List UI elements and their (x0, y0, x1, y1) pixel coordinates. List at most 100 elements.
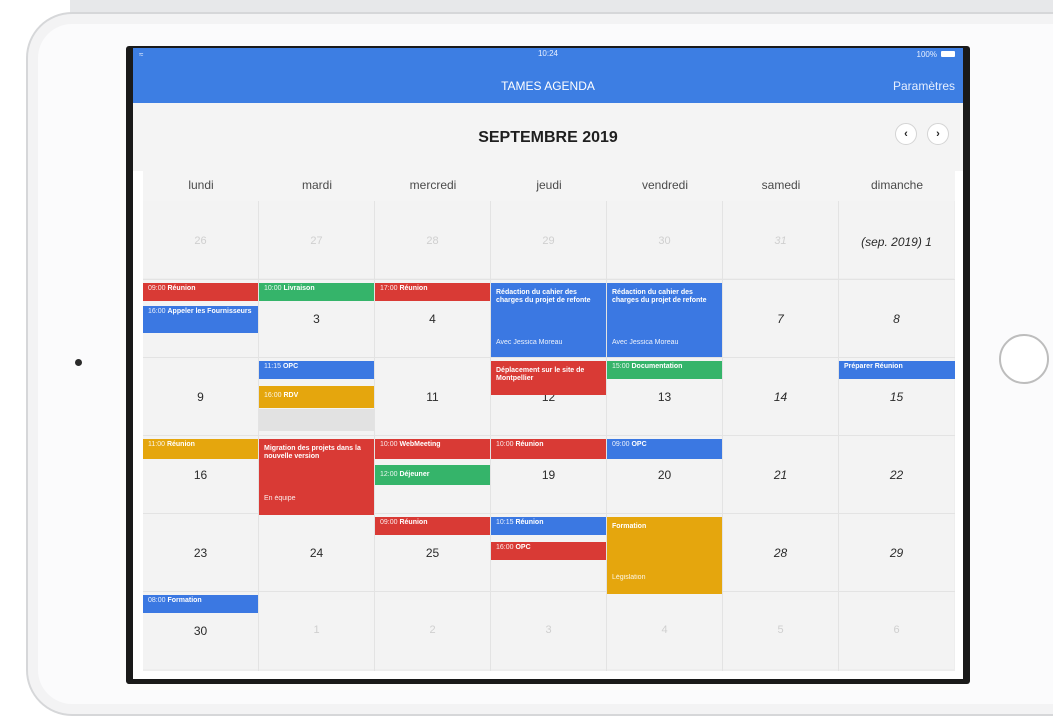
day-number: 30 (193, 624, 208, 638)
day-cell[interactable]: 1 (259, 592, 374, 669)
event-title: OPC (515, 544, 531, 551)
weekday-header: vendredi (607, 171, 723, 201)
event-card[interactable]: 10:00 WebMeeting (375, 439, 490, 459)
day-cell[interactable]: 29 (839, 514, 954, 591)
day-cell[interactable]: 29 (491, 201, 606, 278)
day-number: 23 (193, 546, 208, 560)
event-placeholder (259, 409, 374, 431)
event-title: Réunion (399, 285, 428, 292)
weekday-header: mercredi (375, 171, 491, 201)
day-number: 19 (541, 468, 556, 482)
day-cell[interactable]: 9 (143, 358, 258, 435)
weekday-header: dimanche (839, 171, 955, 201)
event-card[interactable]: Migration des projets dans la nouvelle v… (259, 439, 374, 515)
event-time: 16:00 (264, 392, 282, 399)
day-cell[interactable]: 28 (723, 514, 838, 591)
day-cell[interactable]: 2 (375, 592, 490, 669)
event-card[interactable]: 08:00 Formation (143, 595, 258, 613)
event-card[interactable]: Préparer Réunion (839, 361, 955, 379)
next-month-button[interactable]: › (927, 123, 949, 145)
event-card[interactable]: 11:15 OPC (259, 361, 374, 379)
event-card[interactable]: 10:00 Réunion (491, 439, 606, 459)
event-title: Documentation (631, 363, 683, 370)
day-number: 9 (197, 390, 204, 404)
day-number: 13 (657, 390, 672, 404)
event-time: 09:00 (380, 519, 398, 526)
event-title: Réunion (399, 519, 428, 526)
event-card[interactable]: Rédaction du cahier des charges du proje… (491, 283, 606, 357)
day-cell[interactable]: 24 (259, 514, 374, 591)
day-cell[interactable]: 11 (375, 358, 490, 435)
day-number: 31 (774, 235, 787, 247)
day-number: 20 (657, 468, 672, 482)
day-number: 15 (889, 390, 904, 404)
event-card[interactable]: 11:00 Réunion (143, 439, 258, 459)
day-cell[interactable]: 21 (723, 436, 838, 513)
event-card[interactable]: Formation Législation (607, 517, 722, 594)
event-card[interactable]: 10:00 Livraison (259, 283, 374, 301)
day-cell[interactable]: 4 (607, 592, 722, 669)
day-cell[interactable]: 14 (723, 358, 838, 435)
day-number: (sep. 2019) 1 (861, 235, 932, 249)
month-grid: lundi mardi mercredi jeudi vendredi same… (143, 171, 955, 671)
day-cell[interactable]: 5 (723, 592, 838, 669)
day-cell[interactable]: 23 (143, 514, 258, 591)
event-subtitle: Législation (612, 574, 646, 581)
day-cell[interactable]: 31 (723, 201, 838, 278)
prev-month-button[interactable]: ‹ (895, 123, 917, 145)
event-card[interactable]: 10:15 Réunion (491, 517, 606, 535)
day-cell[interactable]: 6 (839, 592, 954, 669)
weekday-header: mardi (259, 171, 375, 201)
weekday-header: lundi (143, 171, 259, 201)
event-time: 11:15 (264, 363, 281, 370)
day-number: 28 (426, 235, 439, 247)
event-card[interactable]: 09:00 Réunion (143, 283, 258, 301)
event-card[interactable]: 17:00 Réunion (375, 283, 490, 301)
weekday-header: jeudi (491, 171, 607, 201)
day-cell[interactable]: 28 (375, 201, 490, 278)
day-cell[interactable]: 8 (839, 280, 954, 357)
day-cell[interactable]: 22 (839, 436, 954, 513)
battery-icon (941, 51, 955, 57)
day-number: 21 (773, 468, 788, 482)
day-cell[interactable]: 30 (607, 201, 722, 278)
event-time: 10:00 (380, 441, 398, 448)
day-cell[interactable]: (sep. 2019) 1 (839, 201, 954, 278)
battery-level: 100% (916, 50, 937, 59)
event-card[interactable]: 09:00 OPC (607, 439, 722, 459)
event-card[interactable]: 09:00 Réunion (375, 517, 490, 535)
event-subtitle: En équipe (264, 495, 296, 502)
day-number: 4 (661, 624, 668, 636)
event-card[interactable]: 16:00 RDV (259, 386, 374, 408)
event-card[interactable]: 16:00 OPC (491, 542, 606, 560)
event-subtitle: Avec Jessica Moreau (612, 339, 679, 346)
day-number: 27 (310, 235, 323, 247)
event-title: Réunion (515, 519, 544, 526)
day-cell[interactable]: 7 (723, 280, 838, 357)
home-button[interactable] (999, 334, 1049, 384)
event-title: Rédaction du cahier des charges du proje… (496, 289, 591, 304)
event-card[interactable]: 15:00 Documentation (607, 361, 722, 379)
day-cell[interactable]: 3 (491, 592, 606, 669)
event-time: 11:00 (148, 441, 165, 448)
day-cell[interactable]: 27 (259, 201, 374, 278)
event-subtitle: Avec Jessica Moreau (496, 339, 563, 346)
event-card[interactable]: Déplacement sur le site de Montpellier (491, 361, 606, 395)
day-number: 28 (773, 546, 788, 560)
day-number: 11 (426, 390, 439, 404)
event-card[interactable]: 12:00 Déjeuner (375, 465, 490, 485)
day-number: 29 (889, 546, 904, 560)
event-card[interactable]: Rédaction du cahier des charges du proje… (607, 283, 722, 357)
settings-button[interactable]: Paramètres (893, 79, 955, 93)
event-title: Formation (167, 597, 202, 604)
event-card[interactable]: 16:00 Appeler les Fournisseurs (143, 306, 258, 333)
day-number: 30 (658, 235, 671, 247)
status-time: 10:24 (537, 49, 559, 58)
event-title: Appeler les Fournisseurs (167, 308, 252, 315)
day-cell[interactable]: 26 (143, 201, 258, 278)
event-time: 16:00 (148, 308, 166, 315)
event-time: 10:15 (496, 519, 514, 526)
day-number: 26 (194, 235, 207, 247)
event-time: 16:00 (496, 544, 514, 551)
day-number: 22 (889, 468, 904, 482)
